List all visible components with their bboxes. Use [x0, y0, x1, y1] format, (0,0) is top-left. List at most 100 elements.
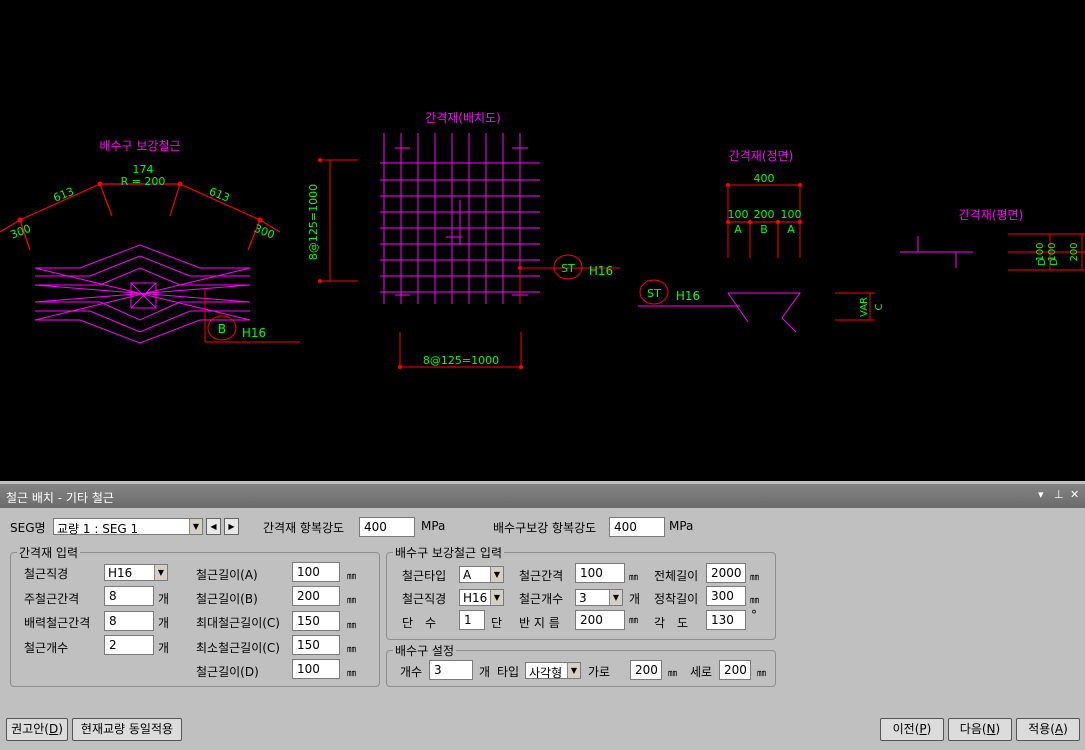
apply-button[interactable]: 적용(A)	[1016, 718, 1080, 741]
prev-key: P	[919, 722, 927, 736]
angle-input[interactable]: 130	[706, 610, 746, 630]
drain-dia-select[interactable]: H16 ▼	[459, 589, 504, 606]
drain-type-select[interactable]: A ▼	[459, 566, 504, 583]
apply-paren: )	[1063, 722, 1068, 736]
max-c-label: 최대철근길이(C)	[196, 616, 280, 630]
apply-same-bridge-button[interactable]: 현재교량 동일적용	[72, 718, 182, 741]
panel-close-icon[interactable]: ✕	[1070, 488, 1079, 501]
spacer-plan-dimensions	[320, 159, 620, 368]
spacer-front-title: 간격재(정면)	[729, 149, 794, 163]
drain-strength-input[interactable]: 400	[609, 517, 665, 537]
drain-qty-label: 개수	[400, 665, 423, 679]
len-d-input[interactable]: 100	[292, 659, 340, 679]
dist-spacing-unit: 개	[158, 616, 170, 630]
panel-pin-icon[interactable]: ⊥	[1054, 488, 1064, 501]
drain-qty-input[interactable]: 3	[429, 660, 473, 680]
drain-count-select[interactable]: 3 ▼	[575, 589, 623, 606]
drain-spacing-input[interactable]: 100	[575, 563, 625, 583]
min-c-unit: ㎜	[347, 645, 357, 655]
spacer-dia-label: 철근직경	[24, 567, 69, 581]
seg-next-button[interactable]: ▶	[224, 518, 239, 535]
panel-titlebar: 철근 배치 - 기타 철근 ▾ ⊥ ✕	[0, 484, 1085, 508]
prev-button[interactable]: 이전(P)	[880, 718, 944, 741]
chevron-down-icon: ▼	[609, 590, 622, 605]
cad-drawing-viewport[interactable]: 배수구 보강철근 174 R = 200 613 613 300 300 B H…	[0, 0, 1085, 481]
svg-text:ST: ST	[647, 287, 661, 300]
drain-dim-r200: R = 200	[121, 175, 166, 188]
prev-label: 이전(	[892, 722, 920, 736]
spacer-front-shape	[638, 292, 801, 333]
spacer-count-input[interactable]: 2	[104, 635, 154, 655]
spacer-strength-input[interactable]: 400	[359, 517, 415, 537]
chevron-down-icon: ▼	[154, 565, 167, 580]
chevron-down-icon: ▼	[490, 567, 503, 582]
radius-input[interactable]: 200	[575, 610, 625, 630]
drain-width-label: 가로	[588, 665, 611, 679]
front-rebar-label: H16	[676, 289, 700, 303]
panel-menu-icon[interactable]: ▾	[1038, 488, 1044, 501]
seg-select[interactable]: 교량 1 : SEG 1 ▼	[53, 518, 203, 536]
angle-label: 각 도	[654, 616, 689, 630]
drain-count-unit: 개	[629, 592, 641, 606]
front-label-b: B	[760, 223, 768, 236]
spacer-plan-vert-dim: 8@125=1000	[307, 184, 320, 260]
main-spacing-input[interactable]: 8	[104, 586, 154, 606]
drain-strength-unit: MPa	[669, 519, 694, 533]
max-c-input[interactable]: 150	[292, 611, 340, 631]
svg-text:B: B	[218, 322, 226, 336]
max-c-unit: ㎜	[347, 621, 357, 631]
drain-spacing-label: 철근간격	[519, 569, 564, 583]
anchor-len-input[interactable]: 300	[706, 586, 746, 606]
len-a-input[interactable]: 100	[292, 562, 340, 582]
dist-spacing-label: 배력철근간격	[24, 616, 91, 630]
len-d-unit: ㎜	[347, 669, 357, 679]
drain-shape-select[interactable]: 사각형 ▼	[525, 662, 581, 680]
drain-height-label: 세로	[690, 665, 713, 679]
front-c-label: C	[874, 303, 885, 310]
chevron-down-icon: ▼	[490, 590, 503, 605]
spacer-st-tag: ST	[553, 254, 583, 280]
min-c-input[interactable]: 150	[292, 635, 340, 655]
radius-label: 반 지 름	[519, 616, 560, 630]
drain-group-title: 배수구 보강철근 입력	[393, 544, 504, 561]
drain-height-input[interactable]: 200	[719, 660, 751, 680]
spacer-plan-dim-dots	[318, 158, 523, 369]
front-dim-100-left: 100	[728, 208, 749, 221]
next-button[interactable]: 다음(N)	[948, 718, 1012, 741]
spacer-plan-view-shape	[900, 236, 973, 268]
front-label-a-left: A	[734, 223, 742, 236]
drain-dim-300-right: 300	[252, 222, 276, 242]
recommend-label: 권고안(	[11, 722, 49, 736]
len-b-input[interactable]: 200	[292, 586, 340, 606]
drain-spacing-unit: ㎜	[629, 573, 639, 583]
cad-canvas: 배수구 보강철근 174 R = 200 613 613 300 300 B H…	[0, 111, 1085, 369]
spacer-plan-title: 간격재(배치도)	[425, 111, 501, 125]
seg-prev-button[interactable]: ◀	[206, 518, 221, 535]
front-dim-200: 200	[754, 208, 775, 221]
main-spacing-label: 주철근간격	[24, 592, 80, 606]
drain-dia-value: H16	[463, 591, 488, 605]
drain-count-value: 3	[579, 591, 587, 605]
tier-input[interactable]: 1	[459, 610, 485, 630]
recommend-paren: )	[58, 722, 63, 736]
recommend-button[interactable]: 권고안(D)	[6, 718, 68, 741]
apply-key: A	[1054, 722, 1064, 736]
drain-count-label: 철근개수	[519, 592, 564, 606]
spacer-group-title: 간격재 입력	[17, 544, 81, 561]
spacer-dia-select[interactable]: H16 ▼	[104, 564, 168, 581]
len-b-unit: ㎜	[347, 596, 357, 606]
tier-unit: 단	[491, 616, 503, 630]
main-spacing-unit: 개	[158, 592, 170, 606]
seg-select-value: 교량 1 : SEG 1	[57, 522, 139, 536]
prev-paren: )	[926, 722, 932, 736]
drain-width-input[interactable]: 200	[630, 660, 662, 680]
front-var-label: VAR	[859, 297, 870, 317]
front-dim-100-right: 100	[781, 208, 802, 221]
front-st-tag: ST	[639, 279, 669, 305]
next-key: N	[986, 722, 996, 736]
panel-title: 철근 배치 - 기타 철근	[6, 491, 114, 505]
total-len-label: 전체길이	[654, 569, 699, 583]
apply-label: 적용(	[1028, 722, 1055, 736]
total-len-input[interactable]: 2000	[706, 563, 746, 583]
dist-spacing-input[interactable]: 8	[104, 611, 154, 631]
